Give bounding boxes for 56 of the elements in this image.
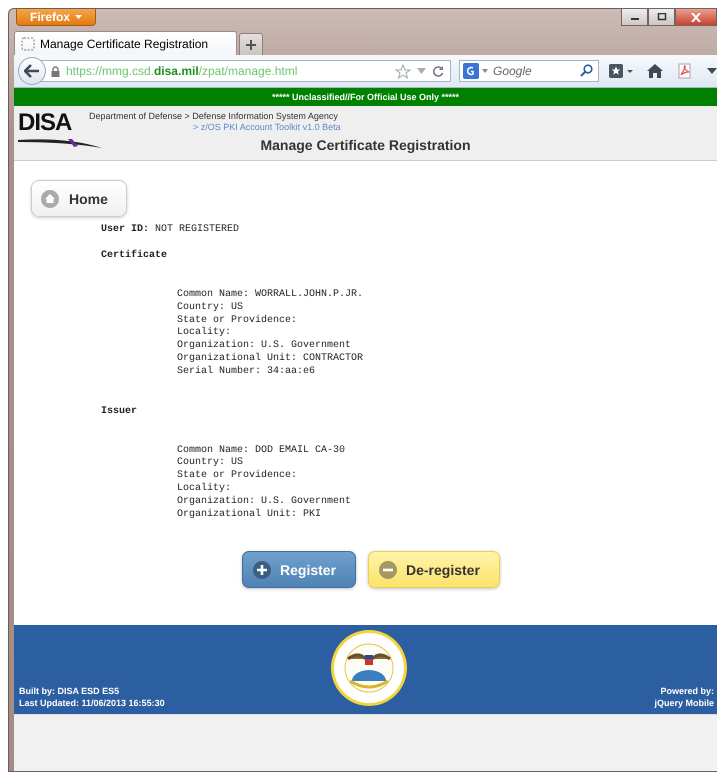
search-icon[interactable] <box>580 64 593 77</box>
back-arrow-icon <box>24 64 40 78</box>
plus-icon <box>245 38 257 50</box>
breadcrumb: Department of Defense > Defense Information System Agency <box>89 111 339 121</box>
classification-banner: ***** Unclassified//For Official Use Only ***** <box>14 88 717 106</box>
back-button[interactable] <box>18 57 46 85</box>
field-line: Locality: <box>177 327 232 340</box>
page-icon <box>21 36 35 50</box>
field-line: Country: US <box>177 457 244 470</box>
user-id-text: User ID: NOT REGISTERED <box>101 224 240 235</box>
home-icon[interactable] <box>647 64 663 78</box>
field-line: State or Providence: <box>177 470 298 482</box>
reload-icon[interactable] <box>432 65 444 77</box>
caret-icon[interactable] <box>482 69 488 73</box>
new-tab-button[interactable] <box>239 33 263 55</box>
maximize-button[interactable] <box>648 8 675 26</box>
powered-by-text: Powered by: <box>660 686 714 696</box>
built-by-text: Built by: DISA ESD ES5 <box>19 686 120 696</box>
home-button[interactable]: Home <box>31 180 127 217</box>
home-circle-icon <box>41 190 59 208</box>
firefox-menu-button[interactable]: Firefox <box>16 9 96 26</box>
powered-by-name: jQuery Mobile <box>654 698 714 708</box>
lock-icon <box>50 66 60 76</box>
bookmarks-button[interactable] <box>609 64 633 78</box>
close-button[interactable] <box>675 8 717 26</box>
field-line: State or Providence: <box>177 314 298 326</box>
breadcrumb-link[interactable]: > z/OS PKI Account Toolkit v1.0 Beta <box>193 122 341 132</box>
close-icon <box>691 12 701 22</box>
section-heading: Certificate <box>101 250 168 261</box>
section-heading: Issuer <box>101 406 138 417</box>
minimize-button[interactable] <box>621 8 648 26</box>
caret-icon <box>707 68 717 74</box>
register-button[interactable]: Register <box>242 551 356 588</box>
field-line: Common Name: WORRALL.JOHN.P.JR. <box>177 289 364 302</box>
address-bar[interactable]: https://mmg.csd.disa.mil/zpat/manage.html <box>40 60 451 82</box>
field-line: Country: US <box>177 302 244 314</box>
caret-icon <box>75 15 82 19</box>
field-line: Organizational Unit: CONTRACTOR <box>177 352 364 366</box>
browser-tab[interactable]: Manage Certificate Registration <box>14 31 237 55</box>
field-line: Locality: <box>177 482 232 496</box>
search-engine-icon <box>463 63 479 79</box>
deregister-button[interactable]: De-register <box>368 551 500 588</box>
minus-icon <box>379 560 397 579</box>
search-field[interactable]: Google <box>459 60 599 82</box>
page-title: Manage Certificate Registration <box>260 137 471 153</box>
field-line: Common Name: DOD EMAIL CA-30 <box>177 444 346 457</box>
maximize-icon <box>656 13 666 21</box>
star-icon[interactable] <box>395 64 411 78</box>
menu-caret-button[interactable] <box>707 68 717 74</box>
field-line: Organization: U.S. Government <box>177 340 352 352</box>
plus-icon <box>253 560 271 579</box>
field-line: Organization: U.S. Government <box>177 496 352 508</box>
field-line: Organizational Unit: PKI <box>177 508 322 522</box>
last-updated-text: Last Updated: 11/06/2013 16:55:30 <box>19 698 165 708</box>
field-line: Serial Number: 34:aa:e6 <box>177 366 316 379</box>
pdf-icon[interactable] <box>677 63 693 79</box>
